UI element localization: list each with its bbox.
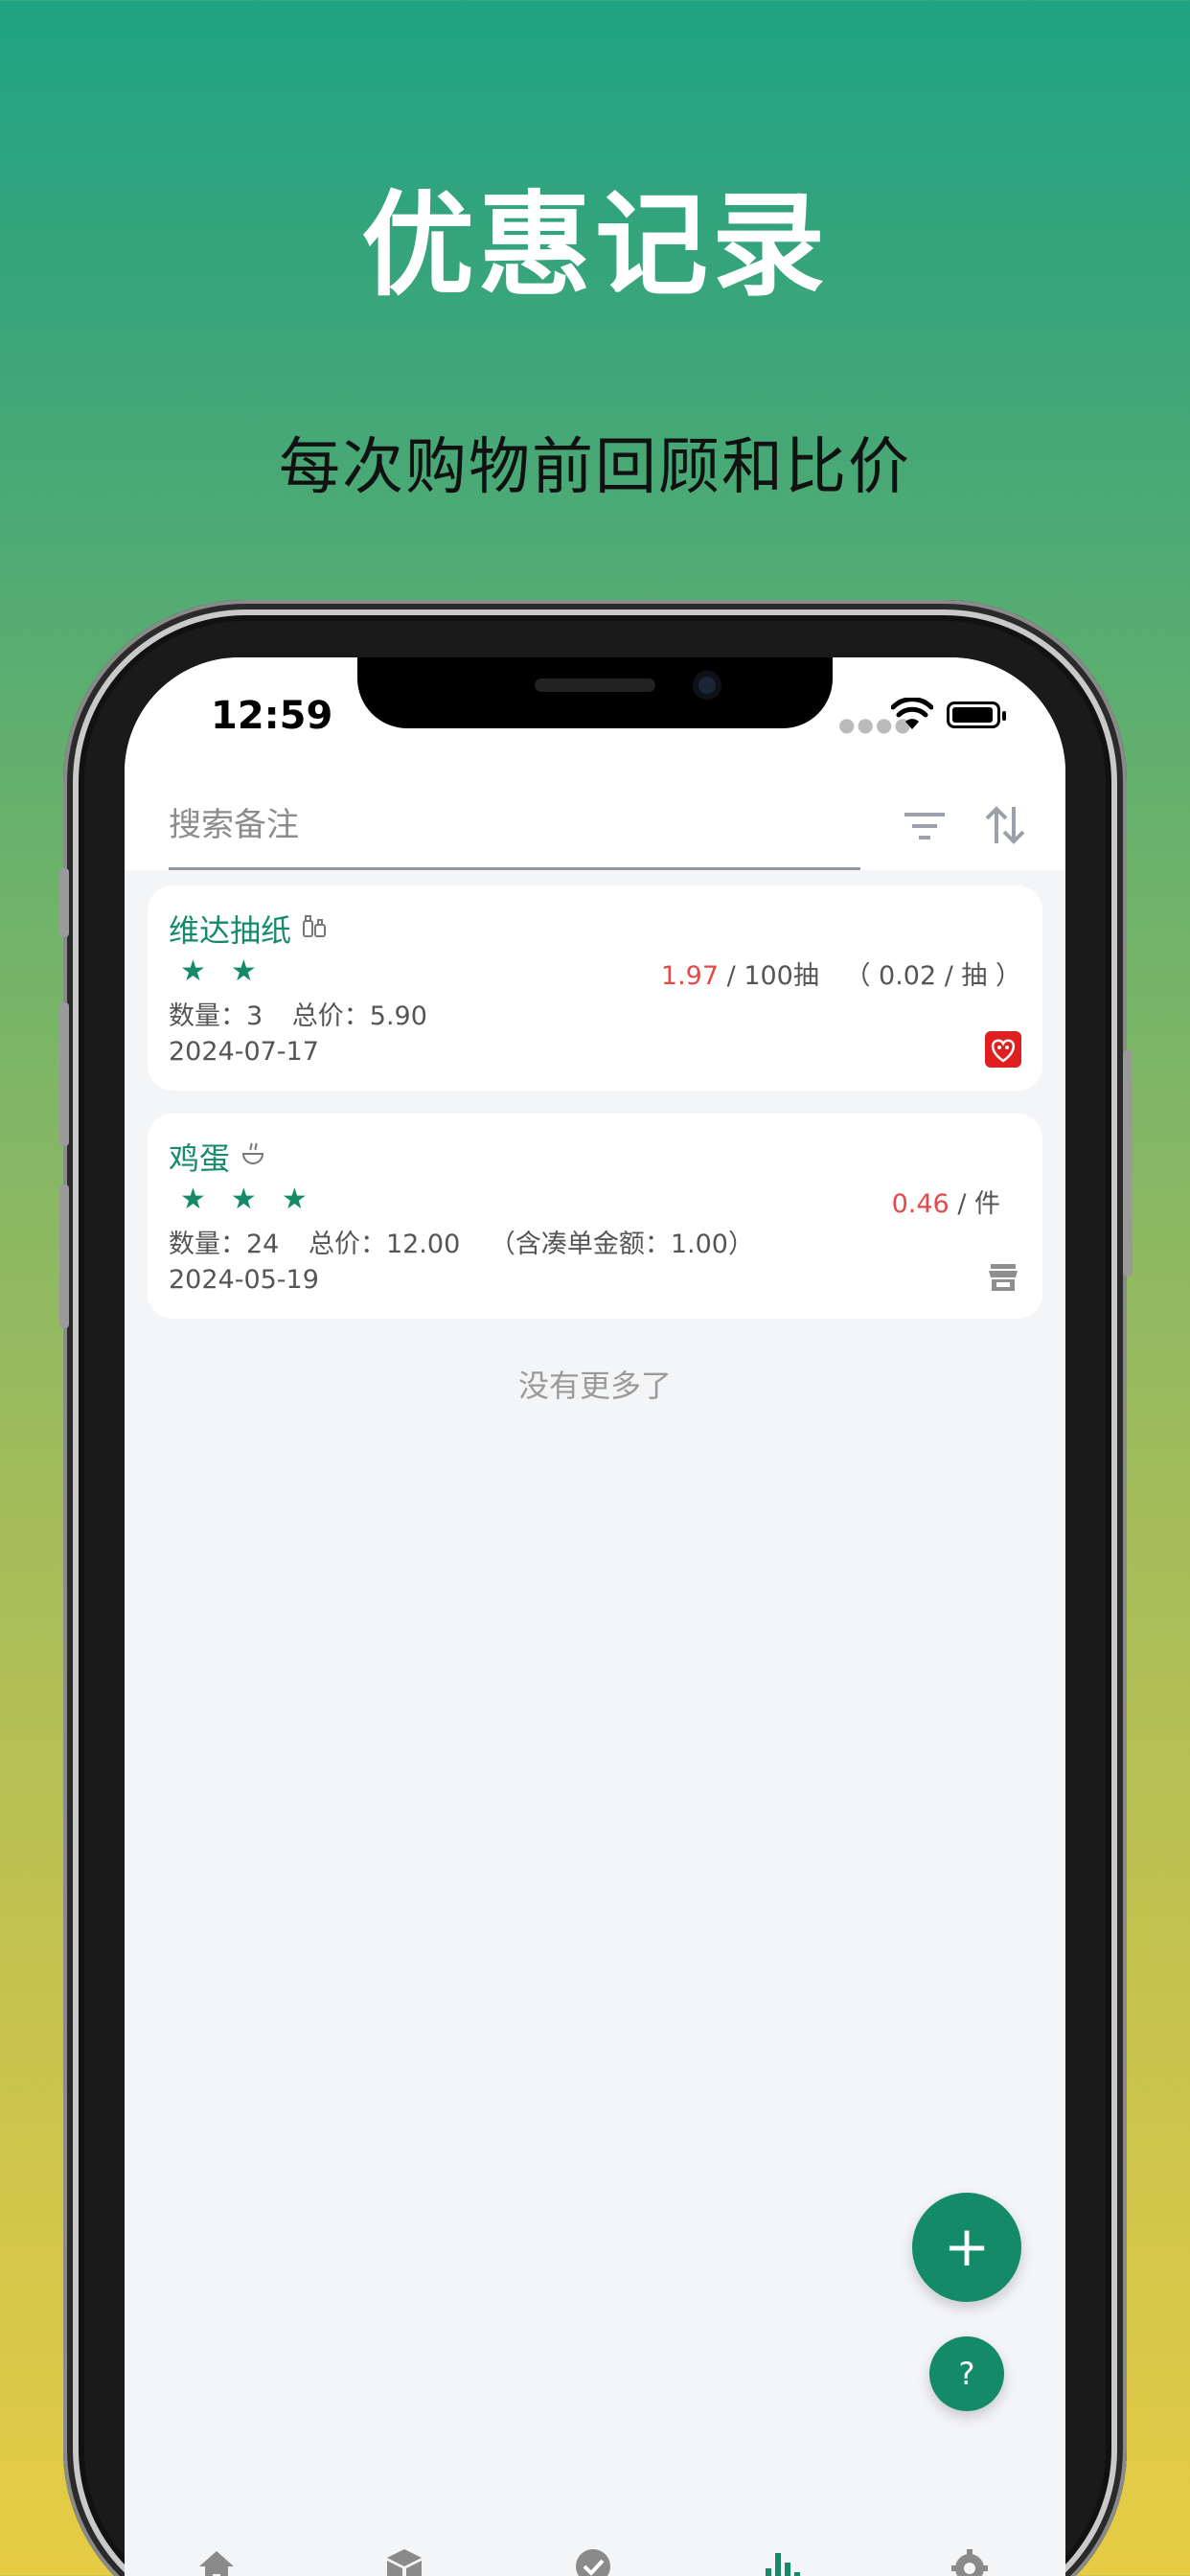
total-price: 总价：5.90 <box>291 1001 427 1031</box>
filter-icon[interactable] <box>903 807 947 845</box>
status-time: 12:59 <box>211 694 333 738</box>
unit-price-unit: / 件 <box>957 1189 1000 1219</box>
battery-icon <box>947 702 1006 728</box>
subheadline: 每次购物前回顾和比价 <box>279 432 911 503</box>
record-name: 维达抽纸 <box>169 912 292 949</box>
star-icon: ★ <box>230 1183 257 1216</box>
star-icon: ★ <box>180 954 206 988</box>
star-icon: ★ <box>281 1183 308 1216</box>
rating-stars: ★ ★ <box>180 954 257 989</box>
rating-stars: ★ ★ ★ <box>180 1183 308 1217</box>
record-name: 鸡蛋 <box>169 1140 231 1177</box>
record-date: 2024-07-17 <box>169 1037 319 1067</box>
unit-price-value: 0.46 <box>891 1189 950 1219</box>
pinduoduo-icon <box>985 1031 1021 1068</box>
quantity: 数量：24 <box>169 1230 280 1259</box>
add-record-button[interactable]: + <box>912 2193 1021 2302</box>
per-item-price: （ 0.02 / 抽 ） <box>844 961 1021 991</box>
unit-price-unit: / 100抽 <box>726 961 819 991</box>
phone-power-button <box>1123 1050 1133 1276</box>
unit-price: 1.97 / 100抽 （ 0.02 / 抽 ） <box>661 954 1021 992</box>
record-meta: 数量：24 总价：12.00 （含凑单金额：1.00） <box>169 1223 775 1260</box>
search-row <box>125 782 1065 870</box>
check-circle-icon[interactable] <box>572 2545 614 2576</box>
wifi-icon <box>891 698 933 729</box>
list-end-text: 没有更多了 <box>517 1368 672 1404</box>
total-price: 总价：12.00 <box>308 1230 461 1259</box>
star-icon: ★ <box>230 954 257 988</box>
phone-mute-switch <box>59 868 69 937</box>
record-card[interactable]: 鸡蛋 ★ ★ ★ 0.46 / 件 数量：24 总价：12.00 （含凑单金额：… <box>148 1114 1042 1319</box>
star-icon: ★ <box>180 1183 206 1216</box>
notch <box>357 657 833 728</box>
tab-bar <box>125 2536 1065 2576</box>
status-bar: 12:59 ●●●● <box>125 657 1065 782</box>
box-icon[interactable] <box>383 2545 425 2576</box>
home-icon[interactable] <box>195 2545 238 2576</box>
extra-amount: （含凑单金额：1.00） <box>489 1230 754 1259</box>
bottles-icon <box>303 915 326 937</box>
quantity: 数量：3 <box>169 1001 263 1031</box>
store-icon <box>989 1264 1018 1291</box>
record-meta: 数量：3 总价：5.90 <box>169 995 448 1032</box>
record-date: 2024-05-19 <box>169 1265 319 1295</box>
phone-volume-down <box>59 1184 69 1328</box>
front-camera <box>693 671 721 700</box>
headline: 优惠记录 <box>360 179 829 311</box>
cooking-bowl-icon <box>241 1142 264 1164</box>
unit-price-value: 1.97 <box>660 961 720 991</box>
record-card[interactable]: 维达抽纸 ★ ★ 1.97 / 100抽 （ 0.02 / 抽 ） 数量：3 总… <box>148 886 1042 1091</box>
phone-volume-up <box>59 1002 69 1146</box>
help-button[interactable]: ? <box>929 2336 1004 2411</box>
search-input[interactable] <box>169 782 860 870</box>
sort-icon[interactable] <box>983 803 1027 847</box>
gear-icon[interactable] <box>949 2545 991 2576</box>
bar-chart-icon[interactable] <box>760 2545 802 2576</box>
phone-screen: 12:59 ●●●● 维达抽纸 <box>125 657 1065 2576</box>
unit-price: 0.46 / 件 <box>892 1183 1000 1220</box>
earpiece-speaker <box>535 678 655 692</box>
